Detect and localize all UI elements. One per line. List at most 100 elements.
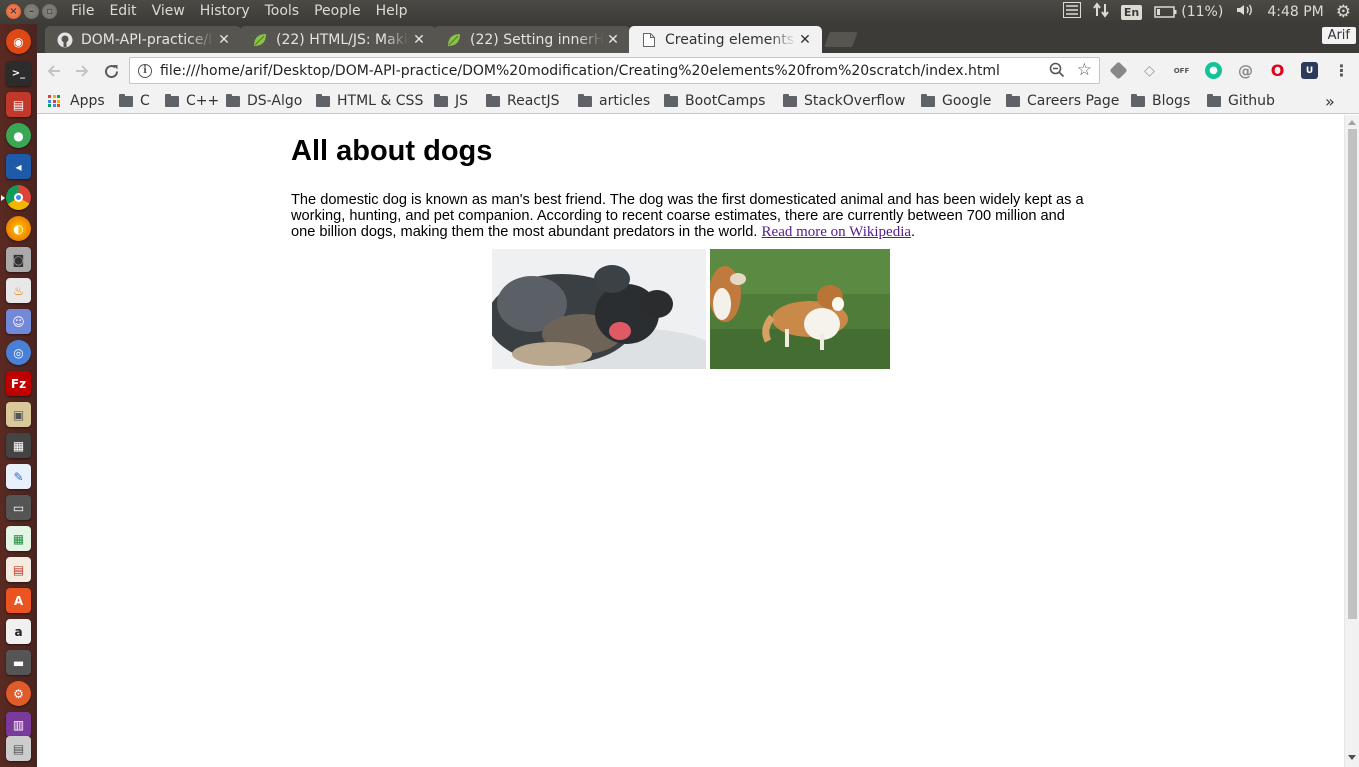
bookmark-label: StackOverflow (804, 93, 906, 109)
software-center-icon[interactable]: A (6, 588, 31, 613)
profile-button[interactable]: Arif (1321, 27, 1356, 44)
address-bar[interactable]: i ☆ (129, 57, 1100, 84)
tab-github[interactable]: DOM-API-practice/I ✕ (45, 26, 241, 53)
chromium-app-icon[interactable]: ● (6, 123, 31, 148)
launcher-sidebar: ◉ >_ ▤ ● ◂ ◐ ◙ ♨ ☺ ◎ Fz ▣ ▦ ✎ ▭ ▦ ▤ A a … (0, 24, 37, 767)
settings-gear-icon[interactable]: ⚙ (1336, 2, 1351, 22)
extension-u-icon[interactable]: U (1301, 62, 1318, 79)
grammarly-icon[interactable]: ● (1205, 62, 1222, 79)
forward-button[interactable] (71, 60, 93, 82)
discord-icon[interactable]: ☺ (6, 309, 31, 334)
reload-button[interactable] (100, 60, 122, 82)
menu-kebab-icon[interactable]: ⋮ (1333, 61, 1350, 80)
info-icon[interactable]: i (138, 63, 152, 78)
chrome-icon[interactable] (1, 185, 31, 210)
tab-creating-elements[interactable]: Creating elements f ✕ (629, 26, 822, 53)
back-button[interactable] (43, 60, 65, 82)
bookmark-folder-js[interactable]: JS (434, 91, 468, 111)
bookmark-label: articles (599, 93, 651, 109)
extension-layers-icon[interactable] (1109, 61, 1128, 80)
page-icon (641, 32, 657, 48)
menu-history[interactable]: History (200, 3, 250, 19)
amazon-icon[interactable]: a (6, 619, 31, 644)
page-heading: All about dogs (291, 135, 493, 167)
firefox-icon[interactable]: ◐ (6, 216, 31, 241)
opera-icon[interactable]: O (1269, 61, 1286, 80)
bookmark-label: Github (1228, 93, 1275, 109)
document-viewer-icon[interactable]: ▤ (6, 557, 31, 582)
bookmark-folder-reactjs[interactable]: ReactJS (486, 91, 560, 111)
ubuntu-dash-icon[interactable]: ◉ (6, 29, 31, 54)
menu-tools[interactable]: Tools (265, 3, 300, 19)
scroll-down-arrow-icon[interactable] (1348, 755, 1356, 760)
extension-at-icon[interactable]: @ (1237, 62, 1254, 80)
vscode-icon[interactable]: ◂ (6, 154, 31, 179)
new-tab-button[interactable] (824, 32, 858, 47)
bookmark-folder-careers-page[interactable]: Careers Page (1006, 91, 1119, 111)
tab-close-icon[interactable]: ✕ (796, 32, 814, 48)
bookmark-folder-ds-algo[interactable]: DS-Algo (226, 91, 302, 111)
bookmark-apps[interactable]: Apps (48, 91, 105, 111)
system-settings-icon[interactable]: ⚙ (6, 681, 31, 706)
bookmark-folder-blogs[interactable]: Blogs (1131, 91, 1190, 111)
network-icon[interactable] (1093, 2, 1109, 22)
clock[interactable]: 4:48 PM (1267, 4, 1323, 20)
filezilla-icon[interactable]: Fz (6, 371, 31, 396)
tab-html-js[interactable]: (22) HTML/JS: Maki ✕ (240, 26, 436, 53)
system-menubar: × – ▫ File Edit View History Tools Peopl… (0, 0, 1359, 24)
workspace-switcher-icon[interactable]: ▥ (6, 712, 31, 737)
folder-icon (578, 93, 592, 107)
bookmark-folder-c[interactable]: C (119, 91, 150, 111)
tab-title: (22) Setting innerH (470, 31, 604, 48)
extension-off-icon[interactable]: OFF (1173, 62, 1190, 79)
bookmarks-overflow-chevron-icon[interactable]: » (1325, 91, 1335, 111)
writer-icon[interactable]: ✎ (6, 464, 31, 489)
tab-close-icon[interactable]: ✕ (410, 32, 428, 48)
disks-icon[interactable]: ▬ (6, 650, 31, 675)
task-list-icon[interactable] (1062, 2, 1081, 22)
bookmark-folder-articles[interactable]: articles (578, 91, 650, 111)
bookmark-folder-cpp[interactable]: C++ (165, 91, 219, 111)
extension-gem-icon[interactable]: ◇ (1141, 62, 1158, 79)
battery-icon (1154, 6, 1177, 18)
menu-view[interactable]: View (152, 3, 185, 19)
tab-close-icon[interactable]: ✕ (215, 32, 233, 48)
window-maximize-icon[interactable]: ▫ (42, 4, 57, 19)
impress-icon[interactable]: ▭ (6, 495, 31, 520)
trash-icon[interactable]: ▤ (6, 736, 31, 761)
terminal-icon[interactable]: >_ (6, 61, 31, 86)
video-editor-icon[interactable]: ▦ (6, 433, 31, 458)
vertical-scrollbar[interactable] (1344, 115, 1359, 767)
tab-setting-innerhtml[interactable]: (22) Setting innerH ✕ (434, 26, 630, 53)
battery-indicator[interactable]: (11%) (1154, 4, 1223, 20)
scroll-up-arrow-icon[interactable] (1348, 120, 1356, 125)
bookmark-star-icon[interactable]: ☆ (1077, 60, 1092, 80)
window-minimize-icon[interactable]: – (24, 4, 39, 19)
bookmark-folder-html-css[interactable]: HTML & CSS (316, 91, 423, 111)
zoom-icon[interactable] (1049, 62, 1065, 82)
menu-file[interactable]: File (71, 3, 94, 19)
window-close-icon[interactable]: × (6, 4, 21, 19)
chromium-icon[interactable]: ◎ (6, 340, 31, 365)
bookmark-folder-bootcamps[interactable]: BootCamps (664, 91, 765, 111)
bookmark-folder-github[interactable]: Github (1207, 91, 1275, 111)
paragraph-text: The domestic dog is known as man's best … (291, 192, 1084, 240)
scroll-thumb[interactable] (1348, 129, 1357, 619)
java-icon[interactable]: ♨ (6, 278, 31, 303)
tab-close-icon[interactable]: ✕ (604, 32, 622, 48)
keyboard-language[interactable]: En (1120, 4, 1143, 20)
wikipedia-link[interactable]: Read more on Wikipedia (762, 224, 912, 240)
files-cabinet-icon[interactable]: ▤ (6, 92, 31, 117)
camera-icon[interactable]: ◙ (6, 247, 31, 272)
image-viewer-icon[interactable]: ▣ (6, 402, 31, 427)
tab-title: Creating elements f (665, 31, 796, 48)
bookmark-folder-google[interactable]: Google (921, 91, 991, 111)
calc-icon[interactable]: ▦ (6, 526, 31, 551)
menu-help[interactable]: Help (376, 3, 408, 19)
url-input[interactable] (160, 62, 1040, 79)
volume-icon[interactable] (1235, 2, 1255, 22)
menu-edit[interactable]: Edit (109, 3, 136, 19)
menu-people[interactable]: People (314, 3, 361, 19)
bookmark-folder-stackoverflow[interactable]: StackOverflow (783, 91, 905, 111)
bookmark-label: Careers Page (1027, 93, 1120, 109)
